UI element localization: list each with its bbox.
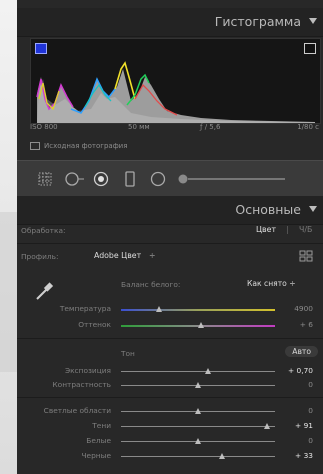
white-balance-row: Баланс белого: Как снято ÷ [17, 278, 323, 300]
exif-focal-length: 50 мм [128, 123, 150, 131]
basic-title: Основные [235, 202, 301, 217]
exif-aperture: ƒ / 5,6 [200, 123, 221, 131]
profile-dropdown[interactable]: Adobe Цвет [94, 251, 141, 260]
original-photo-toggle[interactable]: Исходная фотография [30, 142, 127, 150]
histogram-graph [36, 61, 315, 123]
tint-row: Оттенок + 6 [17, 320, 323, 332]
temperature-label: Температура [59, 304, 111, 313]
exposure-label: Экспозиция [64, 366, 111, 375]
shadows-slider-thumb[interactable] [263, 423, 270, 429]
highlights-slider-thumb[interactable] [194, 408, 201, 414]
blacks-row: Черные + 33 [17, 451, 323, 463]
whites-label: Белые [86, 436, 111, 445]
shadows-slider[interactable] [121, 426, 275, 427]
treatment-color-option[interactable]: Цвет [256, 225, 276, 234]
contrast-value[interactable]: 0 [308, 380, 313, 389]
graduated-filter-icon[interactable] [124, 171, 136, 187]
highlights-row: Светлые области 0 [17, 406, 323, 418]
contrast-slider-thumb[interactable] [194, 382, 201, 388]
basic-header[interactable]: Основные [17, 196, 323, 225]
divider [17, 397, 323, 398]
blacks-value[interactable]: + 33 [295, 451, 313, 460]
adjustment-brush-icon[interactable] [177, 171, 287, 187]
profile-label: Профиль: [21, 252, 59, 261]
profile-browser-grid-icon[interactable] [299, 250, 313, 262]
tool-strip [17, 160, 323, 198]
blacks-label: Черные [81, 451, 111, 460]
exposure-row: Экспозиция + 0,70 [17, 366, 323, 378]
white-balance-eyedropper-icon[interactable] [33, 280, 55, 302]
tint-slider-thumb[interactable] [197, 322, 204, 328]
shadows-label: Тени [92, 421, 111, 430]
blacks-slider[interactable] [121, 456, 275, 457]
temperature-value[interactable]: 4900 [294, 304, 313, 313]
white-balance-dropdown[interactable]: Как снято ÷ [247, 279, 296, 288]
temperature-row: Температура 4900 [17, 304, 323, 316]
tone-row: Тон Авто [17, 346, 323, 362]
left-panel-edge [0, 0, 17, 474]
tone-label: Тон [121, 349, 135, 358]
red-eye-icon[interactable] [93, 171, 109, 187]
temperature-slider-thumb[interactable] [156, 306, 162, 312]
white-balance-label: Баланс белого: [121, 280, 181, 289]
temperature-slider[interactable] [121, 309, 275, 311]
auto-tone-button[interactable]: Авто [285, 346, 318, 357]
collapse-triangle-icon[interactable] [309, 18, 317, 24]
histogram-header[interactable]: Гистограмма [17, 8, 323, 37]
shadows-value[interactable]: + 91 [295, 421, 313, 430]
exposure-value[interactable]: + 0,70 [288, 366, 313, 375]
whites-row: Белые 0 [17, 436, 323, 448]
exif-shutter: 1/80 с [297, 123, 319, 131]
crop-tool-icon[interactable] [37, 171, 53, 187]
divider [17, 338, 323, 339]
blacks-slider-thumb[interactable] [219, 453, 226, 459]
contrast-row: Контрастность 0 [17, 380, 323, 392]
profile-row: Профиль: Adobe Цвет ÷ [17, 250, 323, 268]
treatment-label: Обработка: [21, 226, 66, 235]
divider [17, 243, 323, 244]
shadows-row: Тени + 91 [17, 421, 323, 433]
treatment-bw-option[interactable]: Ч/Б [299, 225, 312, 234]
spot-removal-icon[interactable] [65, 171, 85, 187]
profile-dropdown-arrows[interactable]: ÷ [149, 251, 156, 260]
contrast-label: Контрастность [52, 380, 111, 389]
original-photo-label: Исходная фотография [44, 142, 128, 150]
treatment-separator: | [286, 225, 289, 234]
whites-slider-thumb[interactable] [194, 438, 201, 444]
exif-iso: ISO 800 [30, 123, 58, 131]
tint-label: Оттенок [78, 320, 111, 329]
exposure-slider-thumb[interactable] [205, 368, 212, 374]
highlights-value[interactable]: 0 [308, 406, 313, 415]
histogram[interactable] [30, 38, 321, 124]
treatment-row: Обработка: Цвет | Ч/Б [17, 225, 323, 244]
radial-filter-icon[interactable] [150, 171, 166, 187]
exposure-slider[interactable] [121, 371, 275, 372]
highlights-label: Светлые области [43, 406, 111, 415]
tint-value[interactable]: + 6 [300, 320, 313, 329]
checkbox-icon[interactable] [30, 142, 40, 150]
histogram-title: Гистограмма [214, 14, 301, 29]
collapse-triangle-icon[interactable] [309, 206, 317, 212]
develop-right-panel: Гистограмма ISO 800 50 мм ƒ / 5,6 1/80 с… [17, 0, 323, 474]
left-panel-band [0, 212, 17, 372]
exif-info: ISO 800 50 мм ƒ / 5,6 1/80 с [30, 123, 319, 137]
whites-value[interactable]: 0 [308, 436, 313, 445]
